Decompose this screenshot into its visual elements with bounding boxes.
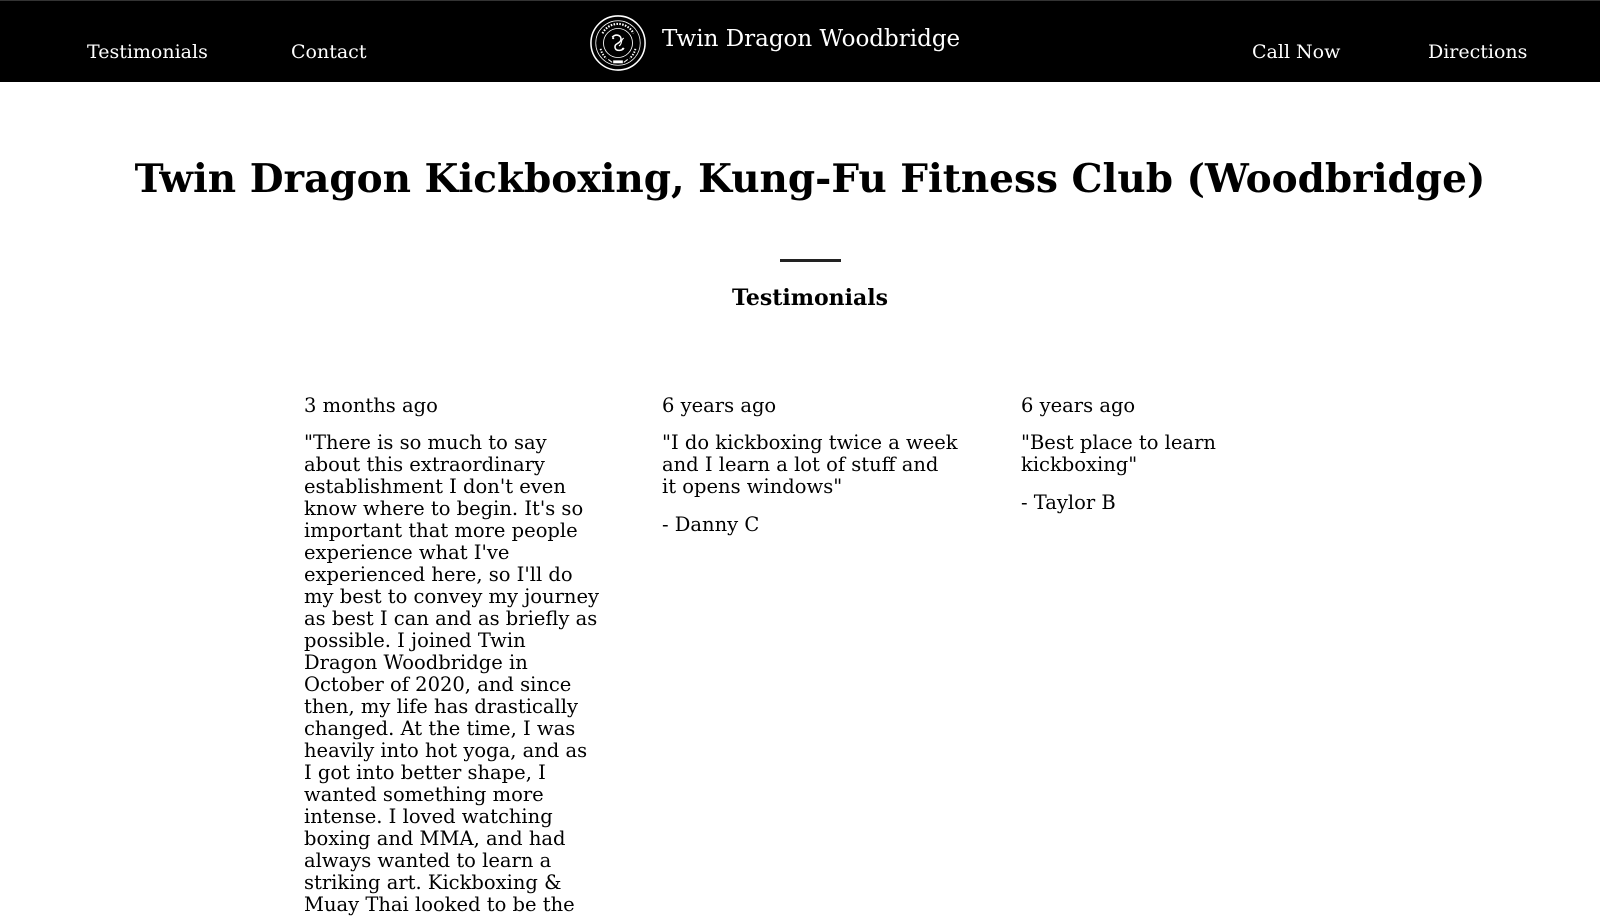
testimonial-date: 3 months ago <box>304 394 438 417</box>
section-heading-testimonials: Testimonials <box>731 285 889 311</box>
brand-home-link[interactable]: Twin Dragon Woodbridge <box>589 13 960 73</box>
directions-link[interactable]: Directions <box>1428 39 1527 65</box>
testimonial-author: - Danny C <box>662 513 760 536</box>
page-title: Twin Dragon Kickboxing, Kung-Fu Fitness … <box>134 156 1486 202</box>
testimonial-card: 6 years ago "Best place to learn kickbox… <box>1021 393 1317 514</box>
brand-name: Twin Dragon Woodbridge <box>662 26 961 52</box>
testimonial-author: - Taylor B <box>1021 491 1116 514</box>
testimonial-quote: "I do kickboxing twice a week and I lear… <box>662 431 958 498</box>
testimonial-card: 6 years ago "I do kickboxing twice a wee… <box>662 393 958 536</box>
call-now-link[interactable]: Call Now <box>1252 39 1340 65</box>
testimonial-quote: "There is so much to say about this extr… <box>304 431 600 916</box>
top-navbar: Testimonials Contact Twin Dragon Woodbri… <box>0 0 1600 82</box>
testimonial-date: 6 years ago <box>1021 394 1136 417</box>
section-divider <box>780 259 841 262</box>
testimonial-date: 6 years ago <box>662 394 777 417</box>
nav-link-testimonials[interactable]: Testimonials <box>87 39 208 65</box>
twin-dragon-logo-icon <box>590 15 646 71</box>
testimonial-card: 3 months ago "There is so much to say ab… <box>304 393 600 916</box>
nav-link-contact[interactable]: Contact <box>291 39 366 65</box>
testimonial-quote: "Best place to learn kickboxing" <box>1021 431 1216 476</box>
